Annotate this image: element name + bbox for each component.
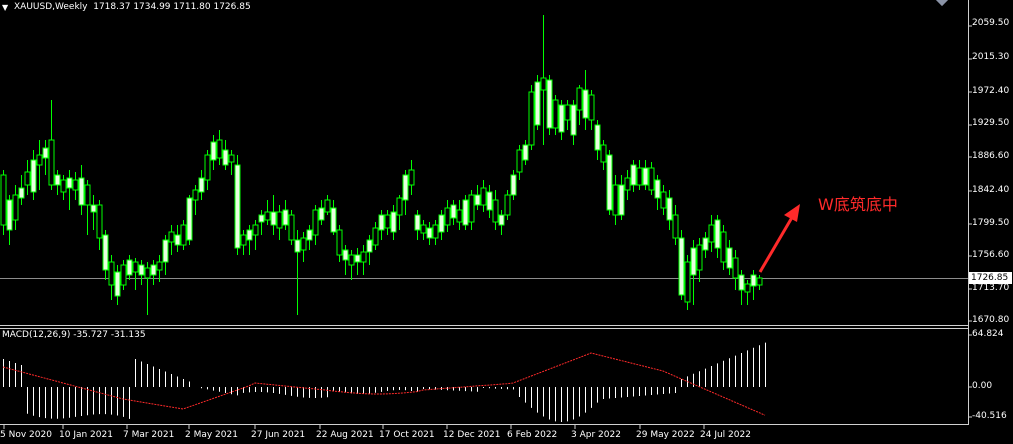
date-label: 2 May 2021	[185, 430, 238, 440]
date-label: 5 Nov 2020	[0, 430, 52, 440]
date-label: 29 May 2022	[636, 430, 695, 440]
date-label: 17 Oct 2021	[379, 430, 435, 440]
ohlc-values: 1718.37 1734.99 1711.80 1726.85	[93, 2, 251, 12]
macd-title: MACD(12,26,9) -35.727 -31.135	[2, 330, 146, 340]
triangle-down-icon[interactable]: ▼	[2, 3, 8, 12]
price-label: 1842.40	[972, 185, 1010, 195]
price-label: 1756.60	[972, 250, 1010, 260]
macd-label: 0.00	[972, 381, 993, 391]
price-label: 1886.60	[972, 151, 1010, 161]
price-chart[interactable]	[0, 0, 1013, 444]
price-label: 1929.50	[972, 118, 1010, 128]
annotation-arrow	[758, 204, 800, 273]
date-label: 22 Aug 2021	[316, 430, 374, 440]
date-label: 7 Mar 2021	[123, 430, 175, 440]
date-label: 27 Jun 2021	[251, 430, 306, 440]
macd-histogram	[3, 342, 766, 422]
chart-title: XAUUSD,Weekly 1718.37 1734.99 1711.80 17…	[14, 2, 251, 12]
time-axis-ticks	[3, 425, 705, 429]
date-label: 12 Dec 2021	[443, 430, 501, 440]
macd-label: 64.824	[972, 329, 1004, 339]
price-label: 1972.40	[972, 86, 1010, 96]
w-bottom-annotation: W底筑底中	[818, 195, 898, 214]
price-label: 1713.70	[972, 283, 1010, 293]
price-label: 2059.50	[972, 18, 1010, 28]
date-label: 24 Jul 2022	[700, 430, 751, 440]
date-label: 10 Jan 2021	[59, 430, 113, 440]
date-label: 3 Apr 2022	[571, 430, 621, 440]
price-label: 1799.50	[972, 218, 1010, 228]
current-price-tag: 1726.85	[969, 272, 1012, 284]
symbol-title: XAUUSD,Weekly	[14, 2, 88, 12]
price-label: 1670.80	[972, 315, 1010, 325]
date-label: 6 Feb 2022	[507, 430, 558, 440]
macd-label: -40.516	[972, 411, 1007, 421]
candlesticks	[0, 15, 763, 315]
price-label: 2015.30	[972, 52, 1010, 62]
